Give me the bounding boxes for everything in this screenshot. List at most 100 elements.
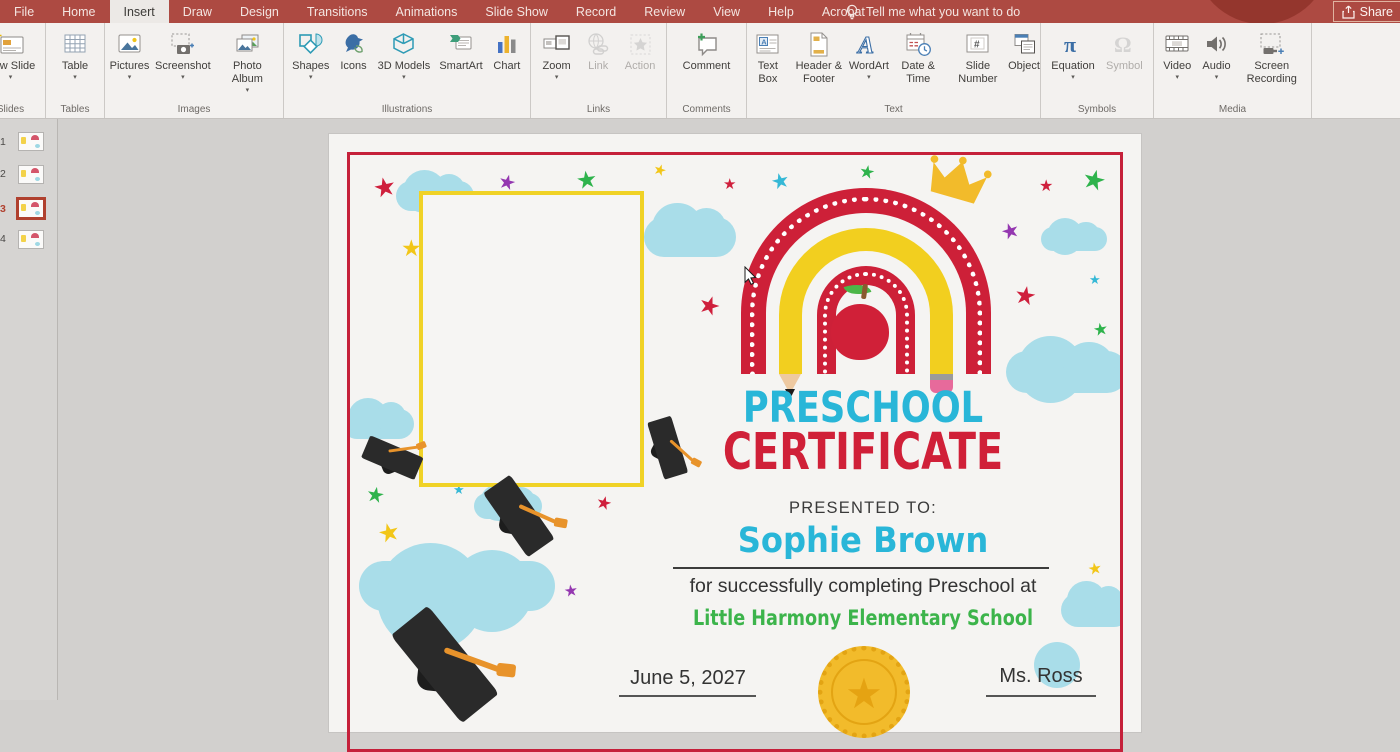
ribbon: New Slide▾SlidesTable▾TablesPictures▾Scr… [0,23,1400,119]
ribbon-button-date-time[interactable]: Date & Time [889,26,948,88]
ribbon-groups: New Slide▾SlidesTable▾TablesPictures▾Scr… [0,23,1312,118]
dropdown-caret-icon: ▾ [1071,74,1075,81]
ribbon-button-equation[interactable]: π Equation▾ [1050,26,1095,83]
slide-thumbnail-1[interactable]: 1 [0,132,44,151]
slide-thumbnail-4[interactable]: 4 [0,230,44,249]
ribbon-button-chart[interactable]: Chart [491,26,523,75]
date-value[interactable]: June 5, 2027 [618,667,758,690]
star-icon [1012,282,1038,311]
certificate-title-line2[interactable]: CERTIFICATE [613,427,1112,478]
menu-tab-draw[interactable]: Draw [169,0,226,23]
star-icon [695,291,724,322]
school-name[interactable]: Little Harmony Elementary School [594,606,1123,630]
ribbon-button-action: Action [624,26,657,75]
ribbon-button-label: Date & Time [890,60,947,86]
ribbon-group-comments: CommentComments [667,23,747,118]
dropdown-caret-icon: ▾ [73,74,77,81]
menu-tab-view[interactable]: View [699,0,754,23]
slide-thumbnail-preview[interactable] [16,197,46,220]
ribbon-button-text-box[interactable]: AText Box [747,26,789,88]
ribbon-button-new-slide[interactable]: New Slide▾ [0,26,36,83]
dropdown-caret-icon: ▾ [402,74,406,81]
ribbon-button-header-footer[interactable]: Header & Footer [789,26,849,88]
slide-thumbnail-preview[interactable] [18,230,44,249]
slide-number: 3 [0,203,9,215]
ribbon-button-smartart[interactable]: SmartArt [438,26,483,75]
ribbon-button-comment[interactable]: Comment [682,26,732,75]
svg-text:Ω: Ω [1114,32,1132,57]
dropdown-caret-icon: ▾ [1215,74,1219,81]
ribbon-button-video[interactable]: Video▾ [1161,26,1193,83]
ribbon-button-audio[interactable]: Audio▾ [1201,26,1233,83]
ribbon-button-object[interactable]: Object [1008,26,1040,75]
slide-thumbnail-3[interactable]: 3 [0,197,46,220]
date-time-icon [904,28,932,60]
ribbon-button-label: Symbol [1106,60,1143,73]
object-icon [1011,28,1038,60]
header-footer-icon [806,28,831,60]
ribbon-button-label: 3D Models [378,60,431,73]
ribbon-group-label: Links [531,103,666,118]
ribbon-button-zoom[interactable]: Zoom▾ [541,26,573,83]
tell-me-box[interactable]: Tell me what you want to do [845,0,1020,23]
menu-tab-transitions[interactable]: Transitions [293,0,382,23]
menu-tab-record[interactable]: Record [562,0,630,23]
ribbon-button-label: Chart [493,60,520,73]
dropdown-caret-icon: ▾ [555,74,559,81]
certificate-subtitle[interactable]: for successfully completing Preschool at [543,575,1123,598]
ribbon-button-screen-recording[interactable]: Screen Recording [1240,26,1304,88]
award-seal [818,646,910,738]
ribbon-group-label: Symbols [1041,103,1153,118]
recipient-name[interactable]: Sophie Brown [569,521,1123,561]
menu-tab-review[interactable]: Review [630,0,699,23]
menu-tab-home[interactable]: Home [48,0,109,23]
slide-thumbnail-preview[interactable] [18,132,44,151]
ribbon-button-wordart[interactable]: AWordArt▾ [849,26,889,83]
svg-text:π: π [1064,32,1076,57]
presented-to-label[interactable]: PRESENTED TO: [543,499,1123,518]
video-icon [1163,28,1191,60]
ribbon-button-label: Equation [1051,60,1094,73]
ribbon-button-label: Text Box [748,60,788,86]
menu-tab-animations[interactable]: Animations [382,0,472,23]
ribbon-button-3d-models[interactable]: 3D Models▾ [377,26,432,83]
ribbon-button-label: Audio [1202,60,1230,73]
photo-placeholder[interactable] [419,191,644,487]
ribbon-button-photo-album[interactable]: Photo Album▾ [215,26,279,96]
slide-number: 4 [0,233,9,245]
menu-tab-design[interactable]: Design [226,0,293,23]
ribbon-group-illustrations: Shapes▾Icons3D Models▾SmartArtChartIllus… [284,23,531,118]
shapes-icon [297,28,325,60]
menu-tab-help[interactable]: Help [754,0,808,23]
share-icon [1342,5,1355,19]
signer-name[interactable]: Ms. Ross [971,665,1111,688]
ribbon-group-symbols: π Equation▾ Ω Symbol Symbols [1041,23,1154,118]
ribbon-button-screenshot[interactable]: Screenshot▾ [154,26,212,83]
slide-canvas[interactable]: PRESCHOOL CERTIFICATE PRESENTED TO: Soph… [328,133,1142,733]
ribbon-button-label: Screen Recording [1241,60,1303,86]
menu-tab-file[interactable]: File [0,0,48,23]
menu-tab-insert[interactable]: Insert [110,0,169,23]
new-slide-icon [0,28,26,60]
menu-tab-slide-show[interactable]: Slide Show [471,0,562,23]
audio-icon [1203,28,1230,60]
share-button[interactable]: Share [1333,1,1400,22]
dropdown-caret-icon: ▾ [9,74,13,81]
ribbon-button-label: Action [625,60,656,73]
slide-thumbnail-preview[interactable] [18,165,44,184]
ribbon-button-label: Pictures [110,60,150,73]
ribbon-button-table[interactable]: Table▾ [59,26,91,83]
star-icon [769,169,792,194]
ribbon-button-pictures[interactable]: Pictures▾ [109,26,151,83]
ribbon-button-slide-number[interactable]: #Slide Number [948,26,1008,88]
ribbon-button-label: Comment [683,60,731,73]
ribbon-button-label: Table [62,60,88,73]
slide-panel[interactable]: 1 2 3 4 [0,119,58,700]
apple-icon [831,304,889,360]
ribbon-button-icons[interactable]: Icons [338,26,370,75]
ribbon-button-shapes[interactable]: Shapes▾ [291,26,330,83]
dropdown-caret-icon: ▾ [181,74,185,81]
equation-icon: π [1060,28,1086,60]
ribbon-group-media: Video▾Audio▾Screen RecordingMedia [1154,23,1312,118]
slide-thumbnail-2[interactable]: 2 [0,165,44,184]
